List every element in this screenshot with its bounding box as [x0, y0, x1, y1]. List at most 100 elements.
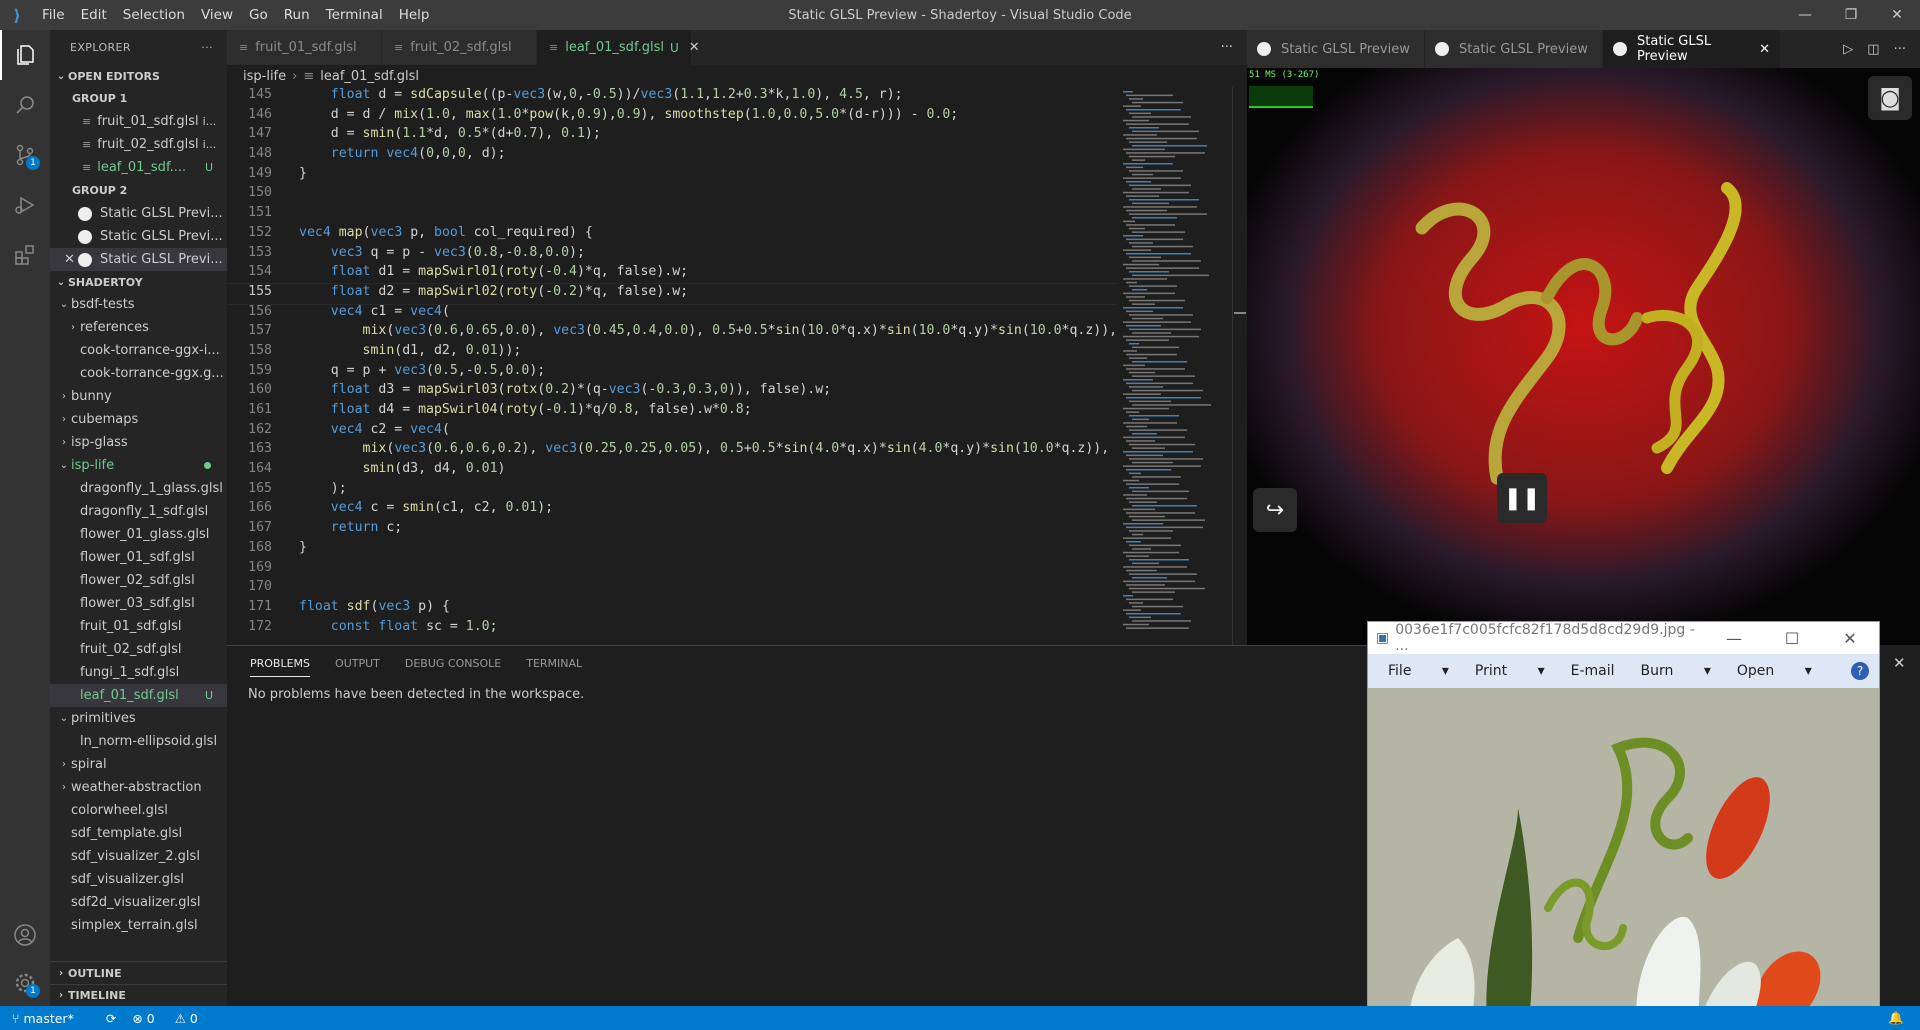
tree-file[interactable]: simplex_terrain.glsl — [50, 914, 227, 937]
code-line[interactable]: 153 vec3 q = p - vec3(0.8,-0.8,0.0); — [227, 245, 1117, 265]
account-icon[interactable] — [0, 910, 50, 960]
tree-folder[interactable]: › references — [50, 316, 227, 339]
code-line[interactable]: 170 — [227, 579, 1117, 599]
menu-run[interactable]: Run — [276, 7, 318, 23]
more-actions-icon[interactable]: ··· — [201, 41, 213, 54]
close-tab-icon[interactable]: ✕ — [689, 40, 700, 55]
sync-icon[interactable]: ⟳ — [106, 1011, 116, 1026]
editor-more-icon[interactable]: ··· — [1207, 30, 1247, 65]
code-line[interactable]: 146 d = d / mix(1.0, max(1.0*pow(k,0.9),… — [227, 107, 1117, 127]
menu-edit[interactable]: Edit — [73, 7, 115, 23]
code-line[interactable]: 149} — [227, 166, 1117, 186]
tab-terminal[interactable]: TERMINAL — [526, 651, 582, 676]
code-line[interactable]: 147 d = smin(1.1*d, 0.5*(d+0.7), 0.1); — [227, 126, 1117, 146]
settings-gear-icon[interactable]: 1 — [0, 958, 50, 1008]
open-editor-item[interactable]: ≡ fruit_02_sdf.glsl i... — [50, 133, 227, 156]
tree-file[interactable]: sdf_template.glsl — [50, 822, 227, 845]
viewer-menu-print[interactable]: Print ▾ — [1475, 663, 1545, 679]
code-line[interactable]: 158 smin(d1, d2, 0.01)); — [227, 343, 1117, 363]
open-editor-item[interactable]: ≡ leaf_01_sdf.... U — [50, 156, 227, 179]
tree-folder[interactable]: ⌄ bsdf-tests — [50, 293, 227, 316]
menu-file[interactable]: File — [34, 7, 73, 23]
tab-problems[interactable]: PROBLEMS — [250, 651, 311, 677]
split-editor-icon[interactable]: ◫ — [1867, 42, 1879, 57]
code-line[interactable]: 169 — [227, 560, 1117, 580]
source-control-icon[interactable]: 1 — [0, 130, 50, 180]
viewer-menu-open[interactable]: Open ▾ — [1737, 663, 1812, 679]
preview-tab-1[interactable]: Static GLSL Preview — [1247, 30, 1425, 68]
code-line[interactable]: 171 float sdf(vec3 p) { — [227, 599, 1117, 619]
menu-go[interactable]: Go — [241, 7, 276, 23]
tree-folder[interactable]: › bunny — [50, 385, 227, 408]
outline-section[interactable]: › OUTLINE — [50, 962, 227, 984]
code-line[interactable]: 163 mix(vec3(0.6,0.6,0.2), vec3(0.25,0.2… — [227, 441, 1117, 461]
viewer-minimize-icon[interactable]: — — [1705, 629, 1763, 648]
code-line[interactable]: 155 float d2 = mapSwirl02(roty(-0.2)*q, … — [227, 282, 1117, 305]
tree-file[interactable]: sdf_visualizer_2.glsl — [50, 845, 227, 868]
code-line[interactable]: 145 float d = sdCapsule((p-vec3(w,0,-0.5… — [227, 87, 1117, 107]
workspace-section[interactable]: ⌄ SHADERTOY — [50, 271, 227, 293]
tree-file[interactable]: fruit_01_sdf.glsl — [50, 615, 227, 638]
breadcrumb-folder[interactable]: isp-life — [243, 69, 286, 84]
code-line[interactable]: 156 vec4 c1 = vec4( — [227, 304, 1117, 324]
tree-file[interactable]: fungi_1_sdf.glsl — [50, 661, 227, 684]
preview-tab-2[interactable]: Static GLSL Preview — [1425, 30, 1603, 68]
code-line[interactable]: 152 vec4 map(vec3 p, bool col_required) { — [227, 225, 1117, 245]
close-tab-icon[interactable]: ✕ — [1759, 42, 1770, 57]
tree-folder[interactable]: ⌄ isp-life — [50, 454, 227, 477]
breadcrumb-file[interactable]: leaf_01_sdf.glsl — [320, 69, 419, 84]
run-debug-icon[interactable] — [0, 180, 50, 230]
tab-debug-console[interactable]: DEBUG CONSOLE — [405, 651, 501, 676]
minimap[interactable] — [1119, 87, 1229, 645]
tree-file[interactable]: dragonfly_1_sdf.glsl — [50, 500, 227, 523]
tab-fruit-01[interactable]: ≡ fruit_01_sdf.glsl — [227, 30, 382, 65]
tree-folder[interactable]: › spiral — [50, 753, 227, 776]
run-icon[interactable]: ▷ — [1843, 42, 1853, 57]
menu-view[interactable]: View — [193, 7, 241, 23]
tree-file[interactable]: flower_03_sdf.glsl — [50, 592, 227, 615]
code-line[interactable]: 166 vec4 c = smin(c1, c2, 0.01); — [227, 500, 1117, 520]
close-icon[interactable]: ✕ — [1874, 0, 1920, 30]
code-line[interactable]: 159 q = p + vec3(0.5,-0.5,0.0); — [227, 363, 1117, 383]
open-editor-item[interactable]: Static GLSL Previ... — [50, 202, 227, 225]
tree-file[interactable]: flower_01_sdf.glsl — [50, 546, 227, 569]
viewer-menu-email[interactable]: E-mail — [1571, 663, 1615, 679]
tab-leaf-01[interactable]: ≡ leaf_01_sdf.glsl U ✕ — [537, 30, 700, 65]
shader-canvas[interactable]: 51 MS (3-267) ◙ ❚❚ ↪ — [1247, 68, 1920, 645]
code-line[interactable]: 172 const float sc = 1.0; — [227, 619, 1117, 639]
code-line[interactable]: 154 float d1 = mapSwirl01(roty(-0.4)*q, … — [227, 264, 1117, 284]
tree-file[interactable]: flower_01_glass.glsl — [50, 523, 227, 546]
code-line[interactable]: 168} — [227, 540, 1117, 560]
code-line[interactable]: 164 smin(d3, d4, 0.01) — [227, 461, 1117, 481]
tree-file[interactable]: colorwheel.glsl — [50, 799, 227, 822]
code-area[interactable]: 145 float d = sdCapsule((p-vec3(w,0,-0.5… — [227, 87, 1117, 645]
timeline-section[interactable]: › TIMELINE — [50, 984, 227, 1006]
code-line[interactable]: 160 float d3 = mapSwirl03(rotx(0.2)*(q-v… — [227, 382, 1117, 402]
branch-indicator[interactable]: ⑂ master* — [12, 1011, 90, 1026]
tree-folder[interactable]: ⌄ primitives — [50, 707, 227, 730]
tree-file[interactable]: flower_02_sdf.glsl — [50, 569, 227, 592]
notifications-icon[interactable]: 🔔 — [1888, 1010, 1904, 1026]
open-editors-section[interactable]: ⌄ OPEN EDITORS — [50, 65, 227, 87]
tab-output[interactable]: OUTPUT — [335, 651, 380, 676]
tree-folder[interactable]: › cubemaps — [50, 408, 227, 431]
menu-help[interactable]: Help — [391, 7, 438, 23]
viewer-close-icon[interactable]: ✕ — [1821, 629, 1879, 648]
close-icon[interactable]: ✕ — [64, 252, 75, 267]
viewer-maximize-icon[interactable]: ☐ — [1763, 629, 1821, 648]
code-line[interactable]: 167 return c; — [227, 520, 1117, 540]
extensions-icon[interactable] — [0, 230, 50, 280]
screenshot-camera-icon[interactable]: ◙ — [1868, 76, 1912, 120]
tree-file[interactable]: leaf_01_sdf.glsl U — [50, 684, 227, 707]
viewer-menu-burn[interactable]: Burn ▾ — [1641, 663, 1711, 679]
tab-fruit-02[interactable]: ≡ fruit_02_sdf.glsl — [382, 30, 537, 65]
open-editor-item[interactable]: ✕ Static GLSL Previ... — [50, 248, 227, 271]
menu-terminal[interactable]: Terminal — [318, 7, 391, 23]
more-actions-icon[interactable]: ··· — [1894, 42, 1906, 57]
code-line[interactable]: 162 vec4 c2 = vec4( — [227, 422, 1117, 442]
search-icon[interactable] — [0, 80, 50, 130]
open-editor-item[interactable]: ≡ fruit_01_sdf.glsl i... — [50, 110, 227, 133]
tree-folder[interactable]: › weather-abstraction — [50, 776, 227, 799]
open-editor-item[interactable]: Static GLSL Previ... — [50, 225, 227, 248]
restore-icon[interactable]: ❐ — [1828, 0, 1874, 30]
